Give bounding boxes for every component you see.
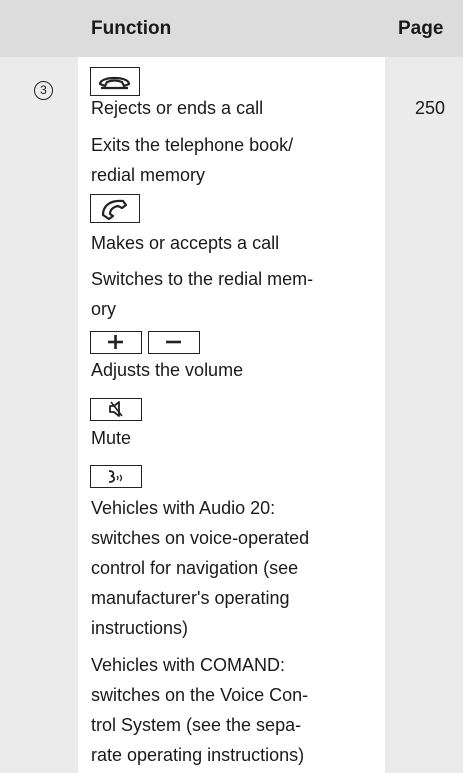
minus-icon	[148, 331, 200, 354]
accept-call-line-2: Switches to the redial mem-	[91, 269, 314, 289]
audio20-line-1: Vehicles with Audio 20:	[91, 498, 276, 518]
comand-line-1: Vehicles with COMAND:	[91, 655, 286, 675]
plus-icon	[90, 331, 142, 354]
end-call-line-3: redial memory	[91, 165, 206, 185]
audio20-line-4: manufacturer's operating	[91, 588, 290, 608]
speaker-mute-icon	[90, 398, 142, 421]
volume-text: Adjusts the volume	[91, 360, 244, 380]
phone-hang-up-icon	[90, 67, 140, 96]
number-column	[0, 57, 78, 773]
page-column	[385, 57, 463, 773]
audio20-line-5: instructions)	[91, 618, 189, 638]
comand-line-3: trol System (see the sepa-	[91, 715, 302, 735]
row-number: 3	[34, 81, 53, 100]
accept-call-line-1: Makes or accepts a call	[91, 233, 280, 253]
end-call-line-2: Exits the telephone book/	[91, 135, 294, 155]
table-header: Function Page	[0, 0, 463, 57]
page-reference: 250	[415, 98, 446, 118]
function-column-header: Function	[91, 18, 172, 39]
audio20-line-2: switches on voice-operated	[91, 528, 310, 548]
voice-control-icon	[90, 465, 142, 488]
page-column-header: Page	[398, 18, 444, 39]
comand-line-2: switches on the Voice Con-	[91, 685, 309, 705]
audio20-line-3: control for navigation (see	[91, 558, 299, 578]
accept-call-line-3: ory	[91, 299, 117, 319]
phone-handset-icon	[90, 194, 140, 223]
mute-text: Mute	[91, 428, 132, 448]
end-call-line-1: Rejects or ends a call	[91, 98, 264, 118]
comand-line-4: rate operating instructions)	[91, 745, 305, 765]
function-table: Function Page 3 Rejects or ends a call 2…	[0, 0, 463, 773]
